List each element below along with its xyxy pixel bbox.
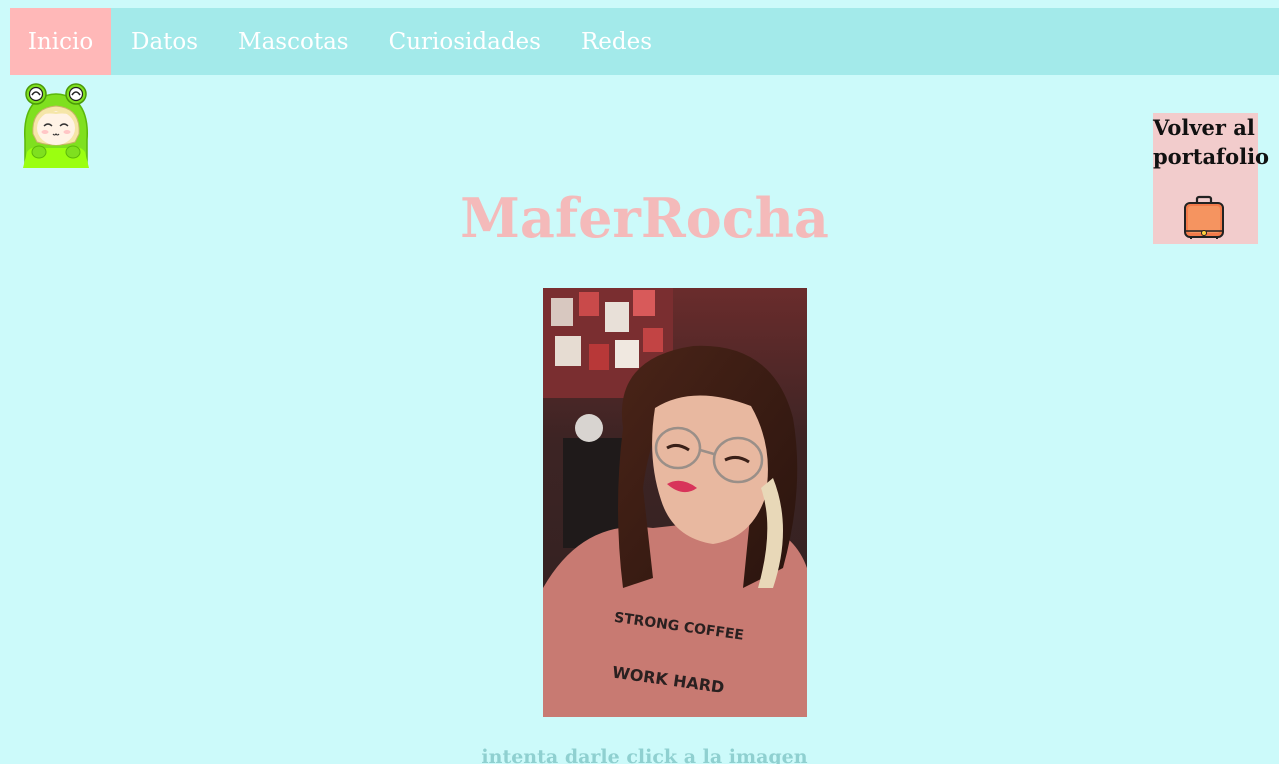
portfolio-label: Volver al portafolio bbox=[1153, 113, 1279, 171]
portfolio-label-line2: portafolio bbox=[1153, 144, 1270, 169]
nav-item-curiosidades[interactable]: Curiosidades bbox=[369, 8, 561, 75]
portfolio-label-line1: Volver al bbox=[1153, 115, 1255, 140]
page: Inicio Datos Mascotas Curiosidades Redes bbox=[0, 0, 1279, 764]
nav-item-mascotas[interactable]: Mascotas bbox=[218, 8, 369, 75]
click-image-hint: intenta darle click a la imagen bbox=[481, 746, 808, 764]
nav-item-datos[interactable]: Datos bbox=[111, 8, 218, 75]
frog-girl-avatar bbox=[23, 83, 89, 168]
site-title: MaferRocha bbox=[460, 186, 829, 250]
top-navbar: Inicio Datos Mascotas Curiosidades Redes bbox=[10, 8, 1279, 75]
profile-photo[interactable]: STRONG COFFEE WORK HARD bbox=[543, 288, 807, 717]
nav-item-inicio[interactable]: Inicio bbox=[10, 8, 111, 75]
nav-item-redes[interactable]: Redes bbox=[561, 8, 672, 75]
